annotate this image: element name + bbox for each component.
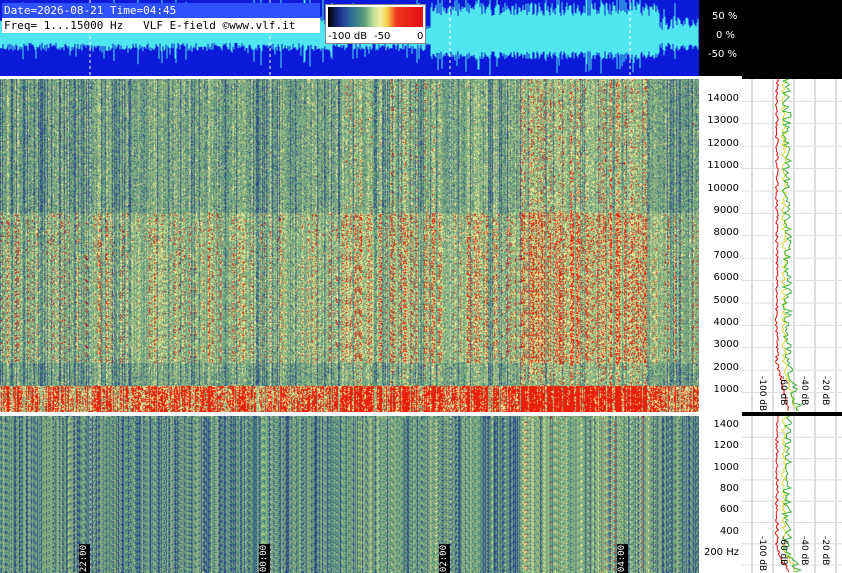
freq-tick-label-low: 800 <box>719 482 739 494</box>
freq-tick-label: 4000 <box>713 317 739 328</box>
freq-tick-label: 1000 <box>713 384 739 396</box>
spectrum-profile-top: -100 dB -60 dB -40 dB -20 dB <box>742 79 842 412</box>
scale-label-mid: -50 <box>374 31 391 42</box>
time-tick-0: 22:00 <box>79 544 90 573</box>
profile-db-label: -60 dB <box>778 536 788 565</box>
scale-label-max: 0 <box>417 31 424 42</box>
frequency-range-label: Freq= 1...15000 Hz VLF E-field ©www.vlf.… <box>4 19 296 32</box>
profile-bg <box>742 79 842 412</box>
header-info-box: Date=2026-08-21 Time=04:45 Freq= 1...150… <box>2 3 320 33</box>
spectrogram-full-range <box>0 79 699 412</box>
freq-tick-label-low: 400 <box>719 525 739 537</box>
freq-tick-label: 11000 <box>707 160 739 172</box>
pct-label-0: 0 % <box>716 30 736 41</box>
profile-db-label: -20 dB <box>820 376 830 405</box>
spectrogram-full-canvas <box>0 79 699 412</box>
freq-tick-label: 2000 <box>713 361 739 373</box>
freq-tick-label: 12000 <box>707 137 739 149</box>
freq-tick-label: 9000 <box>713 205 739 216</box>
scale-label-min: -100 dB <box>328 31 368 42</box>
vlf-spectrogram-window: Date=2026-08-21 Time=04:45 Freq= 1...150… <box>0 0 842 573</box>
freq-tick-label: 10000 <box>707 182 739 194</box>
freq-tick-label-low: 1400 <box>713 419 739 430</box>
color-scale-legend: -100 dB -50 0 <box>325 4 426 44</box>
freq-tick-label-low: 1000 <box>713 461 739 473</box>
freq-tick-label: 7000 <box>713 249 739 261</box>
profile-db-label: -40 dB <box>799 376 809 405</box>
freq-tick-label: 8000 <box>713 227 739 239</box>
freq-tick-label: 13000 <box>707 115 739 127</box>
spectrogram-low-canvas <box>0 416 699 573</box>
freq-tick-label-low: 1200 <box>713 440 739 452</box>
freq-tick-label: 6000 <box>713 272 739 284</box>
pct-label-minus50: -50 % <box>708 49 738 60</box>
profile-db-label: -100 dB <box>757 536 767 571</box>
frequency-axis-top: 14000 13000 12000 11000 10000 9000 8000 7000 600… <box>699 79 742 412</box>
freq-tick-label-low: 600 <box>719 504 739 516</box>
time-tick-2: 02:00 <box>439 544 450 573</box>
profile-db-label: -20 dB <box>820 536 830 565</box>
freq-tick-label-low: 200 Hz <box>703 546 739 558</box>
profile-db-label: -100 dB <box>757 376 767 411</box>
freq-tick-label: 5000 <box>713 294 739 306</box>
time-tick-1: 00:00 <box>259 544 270 573</box>
profile-db-label: -40 dB <box>799 536 809 565</box>
freq-tick-label: 3000 <box>713 339 739 351</box>
freq-tick-label: 14000 <box>707 93 739 104</box>
time-tick-3: 04:00 <box>617 544 628 573</box>
frequency-axis-bottom: 1400 1200 1000 800 600 400 200 Hz <box>699 416 742 573</box>
pct-label-50: 50 % <box>712 11 738 22</box>
spectrogram-low-range <box>0 416 699 573</box>
profile-db-label: -60 dB <box>778 376 788 405</box>
date-time-label: Date=2026-08-21 Time=04:45 <box>2 3 320 18</box>
color-scale-gradient <box>328 7 423 27</box>
spectrum-profile-bottom: -100 dB -60 dB -40 dB -20 dB <box>742 416 842 573</box>
